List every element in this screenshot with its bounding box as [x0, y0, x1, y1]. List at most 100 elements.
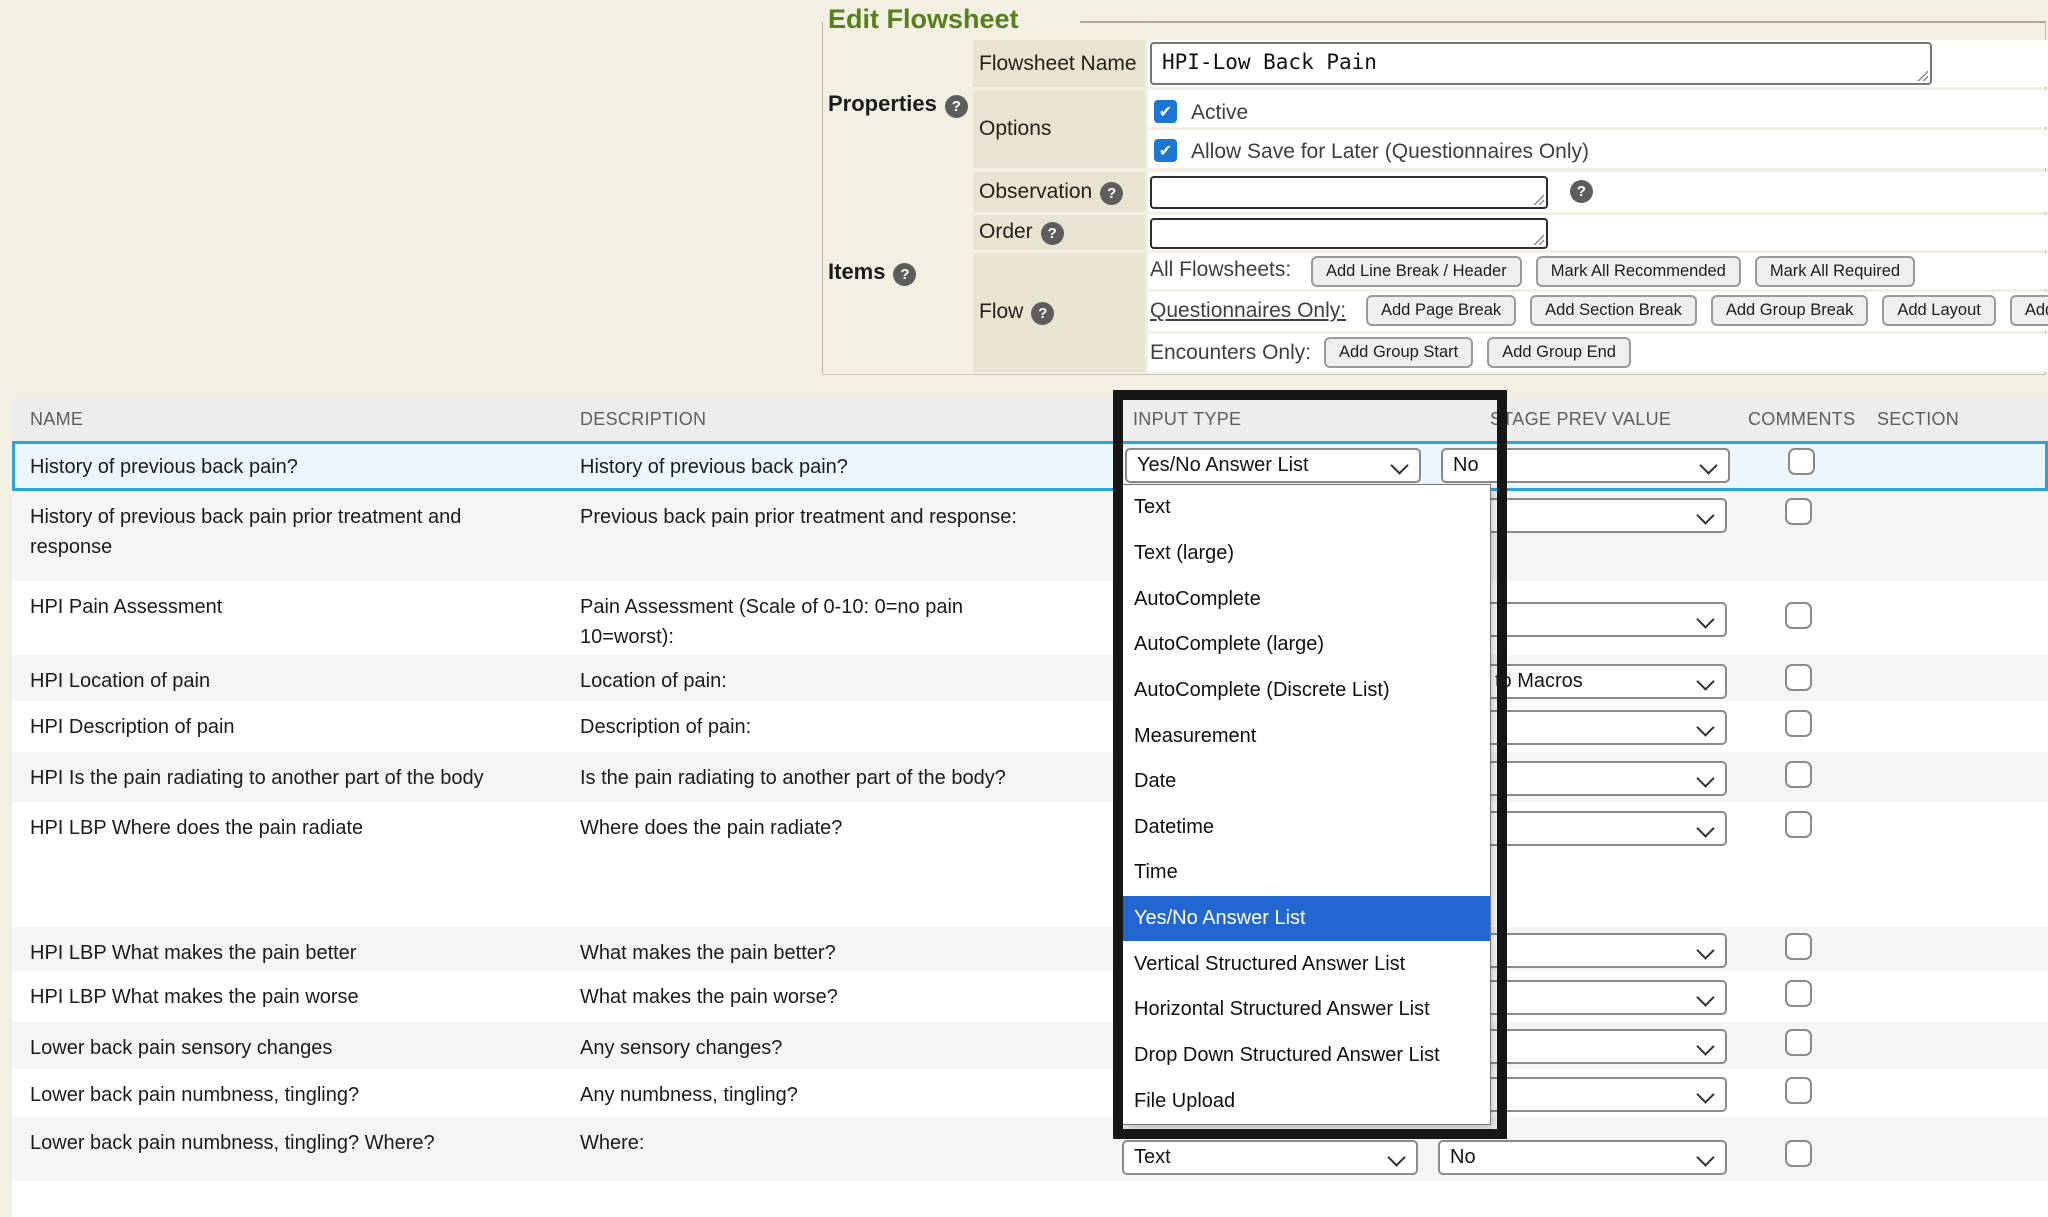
table-row[interactable]: HPI Description of pain Description of p…: [12, 701, 2048, 752]
add-layout-button[interactable]: Add Layout: [1882, 295, 1995, 326]
chevron-down-icon: [1696, 1085, 1714, 1103]
comments-checkbox[interactable]: [1785, 811, 1812, 838]
flow-button-row: Add Line Break / Header Mark All Recommen…: [1311, 256, 1915, 287]
table-row[interactable]: HPI Pain Assessment Pain Assessment (Sca…: [12, 581, 2048, 655]
fieldset-legend-line: [1080, 21, 2046, 23]
row-widgets: [12, 701, 2048, 752]
flowsheet-name-input[interactable]: HPI-Low Back Pain: [1150, 42, 1932, 85]
flow-group-label: Questionnaires Only:: [1150, 299, 1346, 323]
table-row[interactable]: HPI Is the pain radiating to another par…: [12, 752, 2048, 802]
highlight-rectangle: [1113, 390, 1507, 1139]
flowsheet-editor-page: Edit Flowsheet Properties Items Flowshee…: [0, 0, 2048, 1217]
order-label: Order: [973, 220, 1064, 245]
items-label: Items: [823, 259, 916, 286]
comments-checkbox[interactable]: [1785, 1029, 1812, 1056]
table-row[interactable]: HPI LBP Where does the pain radiate Wher…: [12, 802, 2048, 927]
chevron-down-icon: [1696, 718, 1714, 736]
chevron-down-icon: [1696, 941, 1714, 959]
observation-input[interactable]: [1150, 176, 1548, 209]
table-row[interactable]: History of previous back pain? History o…: [12, 441, 2048, 491]
comments-checkbox[interactable]: [1785, 664, 1812, 691]
flow-button-row: Add Page Break Add Section Break Add Group…: [1366, 295, 2048, 326]
add-page-break-button[interactable]: Add Page Break: [1366, 295, 1516, 326]
comments-checkbox[interactable]: [1785, 761, 1812, 788]
column-header: NAME: [30, 398, 83, 441]
comments-checkbox[interactable]: [1785, 602, 1812, 629]
chevron-down-icon: [1696, 672, 1714, 690]
help-icon[interactable]: [945, 95, 968, 118]
chevron-down-icon: [1696, 1148, 1714, 1166]
add-group-start-button[interactable]: Add Group Start: [1324, 337, 1473, 368]
row-widgets: [12, 802, 2048, 927]
help-icon[interactable]: [893, 263, 916, 286]
comments-checkbox[interactable]: [1785, 710, 1812, 737]
table-row[interactable]: History of previous back pain prior trea…: [12, 491, 2048, 581]
table-row[interactable]: Lower back pain numbness, tingling? Any …: [12, 1069, 2048, 1117]
stage-prev-value-select[interactable]: No: [1438, 1140, 1727, 1175]
row-widgets: [12, 752, 2048, 802]
comments-checkbox[interactable]: [1785, 980, 1812, 1007]
observation-label: Observation: [973, 180, 1123, 205]
properties-label: Properties: [823, 91, 968, 118]
flow-label-cell: Flow: [973, 253, 1145, 372]
flow-group-label: Encounters Only:: [1150, 341, 1311, 365]
chevron-down-icon: [1696, 819, 1714, 837]
column-header: COMMENTS: [1748, 398, 1855, 441]
help-icon[interactable]: [1100, 182, 1123, 205]
active-checkbox-label: Active: [1191, 101, 1248, 125]
comments-checkbox[interactable]: [1788, 448, 1815, 475]
mark-all-required-button[interactable]: Mark All Required: [1755, 256, 1915, 287]
page-title: Edit Flowsheet: [828, 4, 1019, 35]
input-type-select[interactable]: Text: [1122, 1140, 1418, 1175]
comments-checkbox[interactable]: [1785, 933, 1812, 960]
table-row[interactable]: HPI Location of pain Location of pain: t…: [12, 655, 2048, 701]
row-widgets: [12, 1069, 2048, 1117]
column-header: SECTION: [1877, 398, 1959, 441]
properties-group: Properties: [823, 40, 971, 168]
observation-label-cell: Observation: [973, 172, 1145, 212]
flow-button-row: Add Group Start Add Group End: [1324, 337, 1631, 368]
add-group-break-button[interactable]: Add Group Break: [1711, 295, 1869, 326]
chevron-down-icon: [1387, 1148, 1405, 1166]
chevron-down-icon: [1696, 988, 1714, 1006]
active-checkbox[interactable]: [1154, 100, 1177, 123]
add-scriptlet-button[interactable]: Add Scriptlet: [2010, 295, 2048, 326]
comments-checkbox[interactable]: [1785, 1140, 1812, 1167]
save-for-later-checkbox[interactable]: [1154, 139, 1177, 162]
row-widgets: to Macros: [12, 655, 2048, 701]
row-widgets: [12, 927, 2048, 971]
items-group: Items: [823, 172, 971, 372]
row-widgets: [12, 581, 2048, 655]
table-row[interactable]: Lower back pain sensory changes Any sens…: [12, 1022, 2048, 1069]
add-group-end-button[interactable]: Add Group End: [1487, 337, 1631, 368]
table-row[interactable]: Lower back pain numbness, tingling? Wher…: [12, 1117, 2048, 1181]
chevron-down-icon: [1696, 769, 1714, 787]
order-input[interactable]: [1150, 218, 1548, 249]
options-label-cell: Options: [973, 90, 1145, 168]
comments-checkbox[interactable]: [1785, 1077, 1812, 1104]
add-line-break-header-button[interactable]: Add Line Break / Header: [1311, 256, 1522, 287]
option-active-band: [1148, 90, 2048, 127]
row-widgets: Yes/No Answer List No: [15, 444, 2045, 488]
add-section-break-button[interactable]: Add Section Break: [1530, 295, 1697, 326]
column-header: STAGE PREV VALUE: [1490, 398, 1671, 441]
flow-label: Flow: [973, 300, 1054, 325]
chevron-down-icon: [1699, 456, 1717, 474]
help-icon[interactable]: [1031, 302, 1054, 325]
fieldset-border: [822, 374, 2046, 375]
table-row[interactable]: HPI LBP What makes the pain better What …: [12, 927, 2048, 971]
row-widgets: Text No: [12, 1117, 2048, 1181]
help-icon[interactable]: [1570, 180, 1593, 203]
table-header-row: NAMEDESCRIPTIONINPUT TYPESTAGE PREV VALU…: [12, 398, 2048, 441]
help-icon[interactable]: [1041, 222, 1064, 245]
mark-all-recommended-button[interactable]: Mark All Recommended: [1536, 256, 1741, 287]
chevron-down-icon: [1696, 1037, 1714, 1055]
flowsheet-name-label: Flowsheet Name: [973, 52, 1137, 76]
comments-checkbox[interactable]: [1785, 498, 1812, 525]
table-row[interactable]: HPI LBP What makes the pain worse What m…: [12, 971, 2048, 1022]
row-widgets: [12, 491, 2048, 581]
flow-group-label: All Flowsheets:: [1150, 258, 1291, 282]
row-widgets: [12, 1022, 2048, 1069]
column-header: DESCRIPTION: [580, 398, 706, 441]
flowsheet-name-label-cell: Flowsheet Name: [973, 40, 1145, 87]
